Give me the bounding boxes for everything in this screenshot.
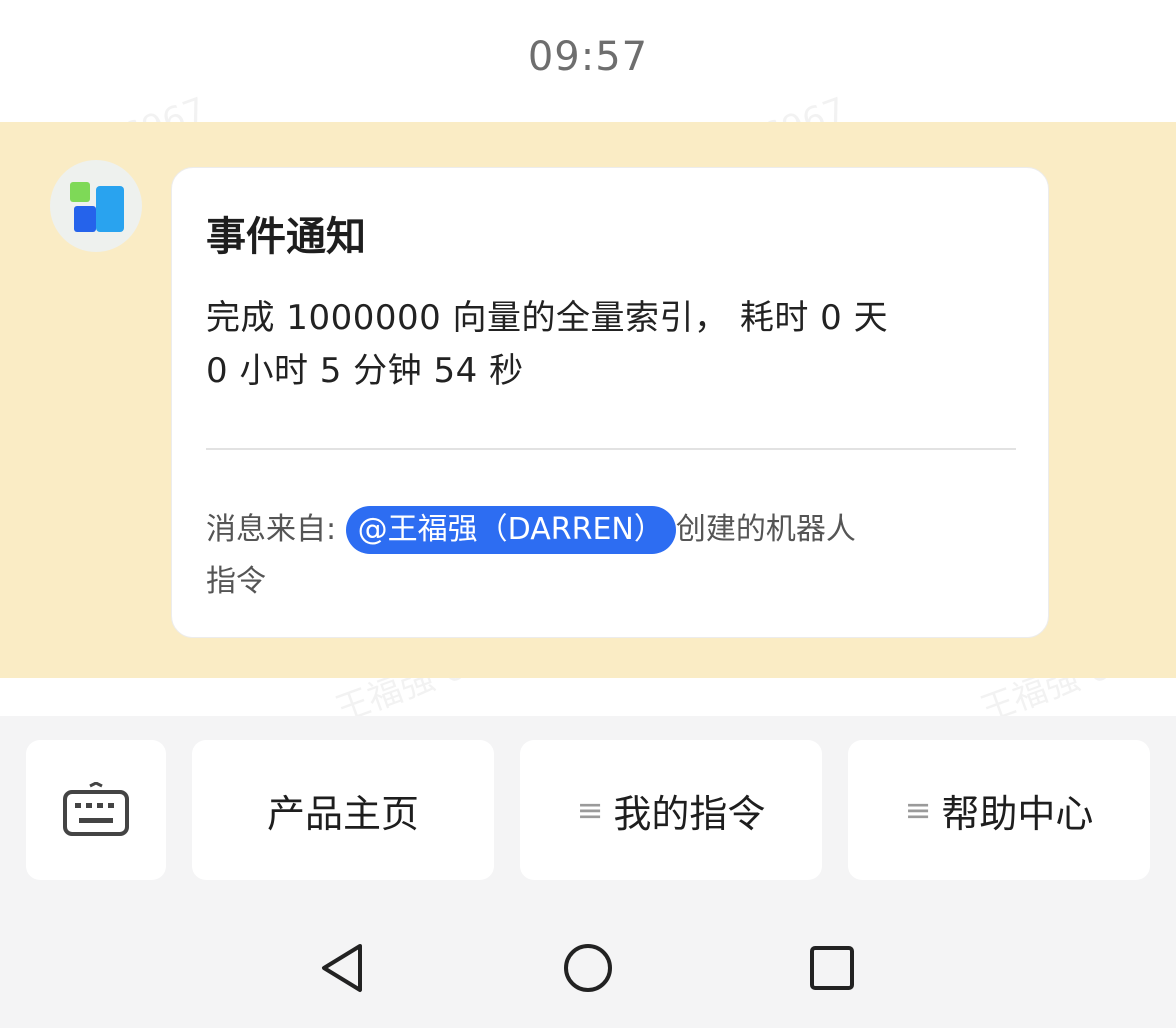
logo-shape <box>96 186 124 232</box>
menu-button-help-center[interactable]: ≡ 帮助中心 <box>848 740 1150 880</box>
recents-icon[interactable] <box>808 944 856 992</box>
source-suffix: 创建的机器人 <box>675 512 856 547</box>
list-icon: ≡ <box>904 791 932 829</box>
home-icon[interactable] <box>562 942 614 994</box>
menu-button-product-home[interactable]: 产品主页 <box>192 740 494 880</box>
menu-button-label: 产品主页 <box>266 791 419 836</box>
card-body-line: 0 小时 5 分钟 54 秒 <box>206 351 524 391</box>
keyboard-icon <box>63 782 129 836</box>
list-icon: ≡ <box>576 791 604 829</box>
card-body: 完成 1000000 向量的全量索引， 耗时 0 天 0 小时 5 分钟 54 … <box>206 292 1006 398</box>
menu-button-my-commands[interactable]: ≡ 我的指令 <box>520 740 822 880</box>
bot-avatar[interactable] <box>50 160 142 252</box>
status-time: 09:57 <box>527 34 649 80</box>
divider <box>206 448 1016 450</box>
card-body-line: 完成 1000000 向量的全量索引， 耗时 0 天 <box>206 298 889 338</box>
logo-shape <box>70 182 90 202</box>
mention-tag[interactable]: @王福强（DARREN） <box>345 506 676 554</box>
menu-button-label: 帮助中心 <box>941 791 1094 836</box>
source-line-2: 指令 <box>206 564 266 599</box>
menu-button-label: 我的指令 <box>613 791 766 836</box>
message-source: 消息来自: @王福强（DARREN） 创建的机器人 指令 <box>206 504 1026 608</box>
card-title: 事件通知 <box>206 214 366 260</box>
back-icon[interactable] <box>318 942 366 994</box>
logo-shape <box>74 206 96 232</box>
source-line: 消息来自: @王福强（DARREN） 创建的机器人 <box>206 504 1026 556</box>
event-notification-card[interactable]: 事件通知 完成 1000000 向量的全量索引， 耗时 0 天 0 小时 5 分… <box>171 167 1049 638</box>
source-prefix: 消息来自: <box>206 512 346 547</box>
keyboard-toggle-button[interactable] <box>26 740 166 880</box>
